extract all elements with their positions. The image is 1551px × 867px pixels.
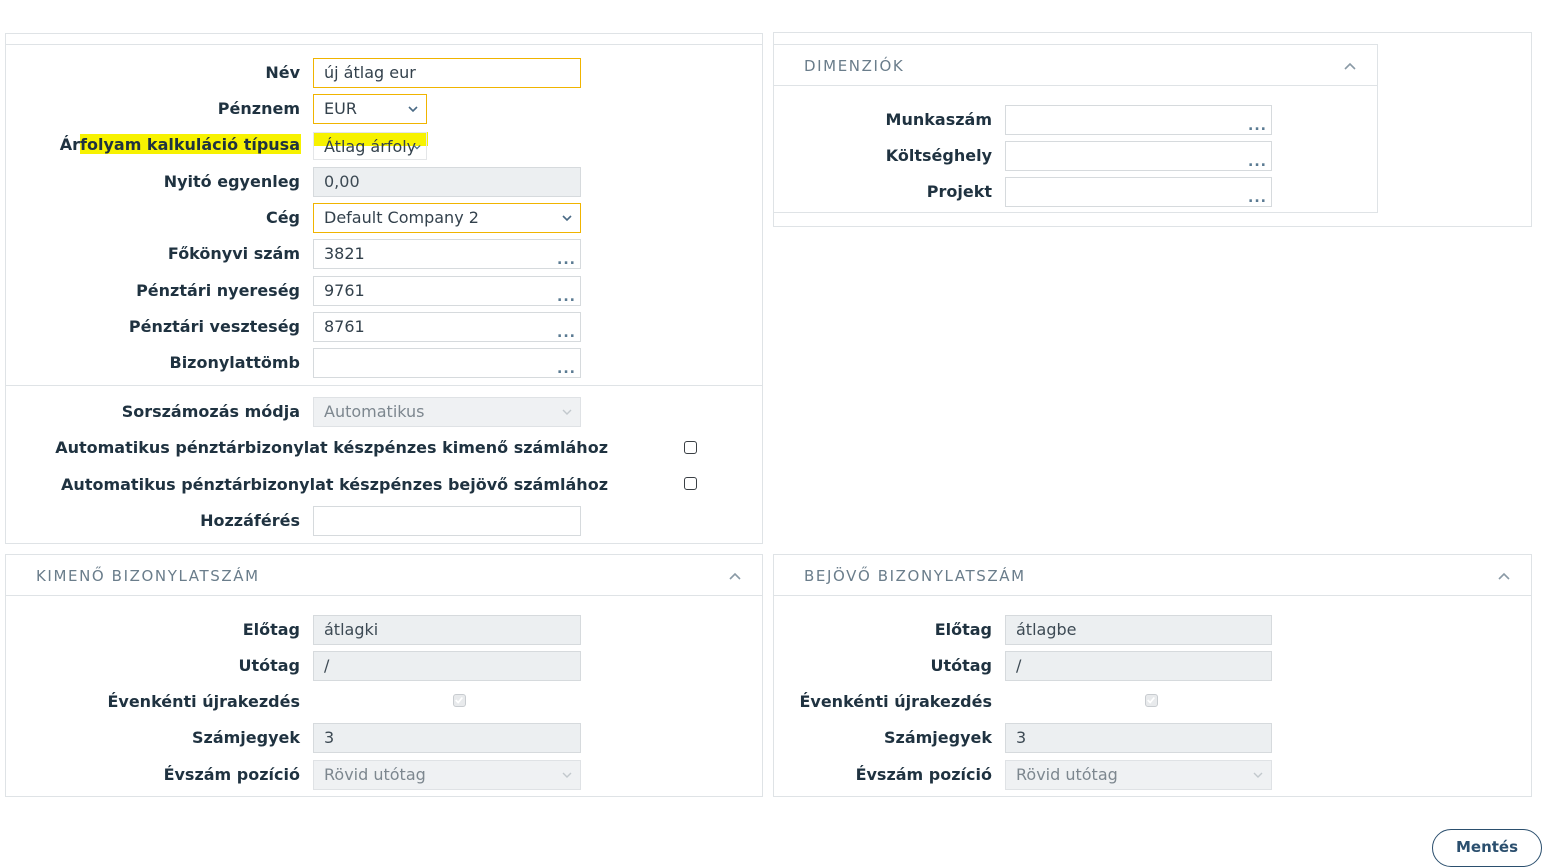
veszteseg-value: 8761 (324, 317, 365, 336)
sorszamozas-select: Automatikus (313, 397, 581, 427)
ellipsis-icon[interactable]: ... (557, 253, 576, 267)
penznem-select[interactable]: EUR (313, 94, 427, 124)
chevron-up-icon[interactable] (1343, 61, 1357, 71)
arfolyam-select[interactable]: Átlag árfoly (313, 132, 427, 160)
chevron-down-icon (562, 772, 572, 778)
auto-bejovo-label: Automatikus pénztárbizonylat készpénzes … (61, 475, 608, 494)
chevron-down-icon (408, 106, 418, 113)
ceg-label: Cég (265, 208, 300, 227)
kimeno-elotag-input: átlagki (313, 615, 581, 645)
bejovo-ujrakezdes-checkbox (1145, 694, 1158, 707)
save-button[interactable]: Mentés (1432, 829, 1542, 867)
chevron-down-icon (413, 144, 421, 150)
hozzaferes-input[interactable] (313, 506, 581, 536)
sorszamozas-value: Automatikus (324, 402, 425, 421)
nev-input[interactable]: új átlag eur (313, 58, 581, 88)
nyereseg-value: 9761 (324, 281, 365, 300)
auto-kimeno-label: Automatikus pénztárbizonylat készpénzes … (55, 438, 608, 457)
fokonyvi-value: 3821 (324, 244, 365, 263)
ellipsis-icon[interactable]: ... (1248, 119, 1267, 133)
chevron-down-icon (1253, 772, 1263, 778)
kimeno-evszam-label: Évszám pozíció (163, 765, 300, 784)
kimeno-szamjegyek-input: 3 (313, 723, 581, 753)
auto-bejovo-checkbox[interactable] (684, 477, 697, 490)
bejovo-evszam-select: Rövid utótag (1005, 760, 1272, 790)
kimeno-szamjegyek-label: Számjegyek (191, 728, 300, 747)
bejovo-utotag-label: Utótag (930, 656, 992, 675)
bejovo-ujrakezdes-label: Évenkénti újrakezdés (799, 692, 992, 711)
bizonylattomb-input[interactable]: ... (313, 348, 581, 378)
main-panel-top-divider (6, 44, 762, 45)
checkmark-icon (455, 696, 463, 704)
bejovo-elotag-input: átlagbe (1005, 615, 1272, 645)
ellipsis-icon[interactable]: ... (557, 362, 576, 376)
penznem-label: Pénznem (217, 99, 300, 118)
bizonylattomb-label: Bizonylattömb (169, 353, 301, 372)
ellipsis-icon[interactable]: ... (1248, 191, 1267, 205)
bejovo-utotag-input: / (1005, 651, 1272, 681)
ellipsis-icon[interactable]: ... (557, 290, 576, 304)
dimenziok-title: DIMENZIÓK (804, 57, 905, 75)
arfolyam-label: Árfolyam kalkuláció típusa (59, 135, 300, 154)
hozzaferes-label: Hozzáférés (200, 511, 300, 530)
kimeno-title: KIMENŐ BIZONYLATSZÁM (36, 567, 260, 585)
fokonyvi-input[interactable]: 3821 ... (313, 239, 581, 269)
kimeno-evszam-value: Rövid utótag (324, 765, 426, 784)
kimeno-elotag-label: Előtag (242, 620, 300, 639)
bejovo-szamjegyek-input: 3 (1005, 723, 1272, 753)
kimeno-header-divider (6, 595, 762, 596)
nyito-label: Nyitó egyenleg (163, 172, 300, 191)
ceg-select[interactable]: Default Company 2 (313, 203, 581, 233)
nyereseg-label: Pénztári nyereség (136, 281, 300, 300)
koltseghely-label: Költséghely (885, 146, 992, 165)
chevron-down-icon (562, 215, 572, 222)
projekt-input[interactable]: ... (1005, 177, 1272, 207)
munkaszam-label: Munkaszám (885, 110, 992, 129)
nyito-input: 0,00 (313, 167, 581, 197)
kimeno-ujrakezdes-label: Évenkénti újrakezdés (107, 692, 300, 711)
bejovo-evszam-value: Rövid utótag (1016, 765, 1118, 784)
bejovo-evszam-label: Évszám pozíció (855, 765, 992, 784)
koltseghely-input[interactable]: ... (1005, 141, 1272, 171)
dimenziok-header-divider (774, 85, 1377, 86)
checkmark-icon (1147, 696, 1155, 704)
auto-kimeno-checkbox[interactable] (684, 441, 697, 454)
nev-label: Név (265, 63, 300, 82)
bejovo-elotag-label: Előtag (934, 620, 992, 639)
ceg-value: Default Company 2 (324, 208, 479, 227)
chevron-up-icon[interactable] (728, 571, 742, 581)
kimeno-ujrakezdes-checkbox (453, 694, 466, 707)
arfolyam-value: Átlag árfoly (324, 137, 417, 156)
munkaszam-input[interactable]: ... (1005, 105, 1272, 135)
bejovo-header-divider (774, 595, 1531, 596)
main-panel-section-divider (6, 385, 762, 386)
kimeno-utotag-label: Utótag (238, 656, 300, 675)
ellipsis-icon[interactable]: ... (1248, 155, 1267, 169)
veszteseg-input[interactable]: 8761 ... (313, 312, 581, 342)
penznem-value: EUR (324, 99, 357, 118)
kimeno-utotag-input: / (313, 651, 581, 681)
chevron-up-icon[interactable] (1497, 571, 1511, 581)
fokonyvi-label: Főkönyvi szám (167, 244, 300, 263)
sorszamozas-label: Sorszámozás módja (121, 402, 300, 421)
projekt-label: Projekt (926, 182, 992, 201)
bejovo-title: BEJÖVŐ BIZONYLATSZÁM (804, 567, 1026, 585)
chevron-down-icon (562, 409, 572, 415)
nyereseg-input[interactable]: 9761 ... (313, 276, 581, 306)
bejovo-szamjegyek-label: Számjegyek (883, 728, 992, 747)
ellipsis-icon[interactable]: ... (557, 326, 576, 340)
kimeno-evszam-select: Rövid utótag (313, 760, 581, 790)
veszteseg-label: Pénztári veszteség (128, 317, 300, 336)
